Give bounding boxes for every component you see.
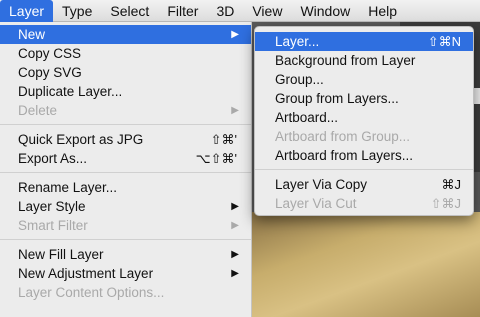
menu-item-label: Artboard from Group...	[275, 129, 411, 144]
menu-item-label: Delete	[18, 103, 58, 118]
menu-item-label: Copy SVG	[18, 65, 82, 80]
menu-item-new-adjustment-layer[interactable]: New Adjustment Layer ▶	[0, 264, 251, 283]
menu-item-label: Quick Export as JPG	[18, 132, 144, 147]
menu-item-quick-export-jpg[interactable]: Quick Export as JPG ⇧⌘'	[0, 130, 251, 149]
submenu-item-artboard-from-layers[interactable]: Artboard from Layers...	[255, 146, 473, 165]
menu-item-copy-svg[interactable]: Copy SVG	[0, 63, 251, 82]
submenu-arrow-icon: ▶	[231, 105, 239, 116]
menu-item-rename-layer[interactable]: Rename Layer...	[0, 178, 251, 197]
menu-item-new-fill-layer[interactable]: New Fill Layer ▶	[0, 245, 251, 264]
menu-item-label: Background from Layer	[275, 53, 416, 68]
menu-layer[interactable]: Layer	[0, 0, 54, 22]
menu-item-label: New	[18, 27, 46, 42]
submenu-arrow-icon: ▶	[231, 29, 239, 40]
menu-item-copy-css[interactable]: Copy CSS	[0, 44, 251, 63]
submenu-arrow-icon: ▶	[231, 249, 239, 260]
menu-help[interactable]: Help	[359, 0, 406, 22]
submenu-arrow-icon: ▶	[231, 268, 239, 279]
menu-item-label: New Adjustment Layer	[18, 266, 154, 281]
menu-separator	[0, 124, 251, 125]
menu-item-label: Layer Style	[18, 199, 86, 214]
submenu-item-artboard-from-group: Artboard from Group...	[255, 127, 473, 146]
menu-item-shortcut: ⌘J	[441, 177, 462, 192]
menu-separator	[0, 172, 251, 173]
submenu-item-background-from-layer[interactable]: Background from Layer	[255, 51, 473, 70]
menu-item-label: Group from Layers...	[275, 91, 399, 106]
submenu-item-artboard[interactable]: Artboard...	[255, 108, 473, 127]
menu-item-export-as[interactable]: Export As... ⌥⇧⌘'	[0, 149, 251, 168]
menu-item-layer-style[interactable]: Layer Style ▶	[0, 197, 251, 216]
menu-item-label: Rename Layer...	[18, 180, 118, 195]
submenu-item-layer[interactable]: Layer... ⇧⌘N	[255, 32, 473, 51]
menu-view[interactable]: View	[243, 0, 291, 22]
menu-separator	[0, 239, 251, 240]
submenu-arrow-icon: ▶	[231, 220, 239, 231]
submenu-item-layer-via-copy[interactable]: Layer Via Copy ⌘J	[255, 175, 473, 194]
menu-3d[interactable]: 3D	[207, 0, 243, 22]
menu-item-label: Layer Via Cut	[275, 196, 357, 211]
menu-item-new[interactable]: New ▶	[0, 25, 251, 44]
submenu-item-group[interactable]: Group...	[255, 70, 473, 89]
menu-item-label: Artboard from Layers...	[275, 148, 414, 163]
menu-item-duplicate-layer[interactable]: Duplicate Layer...	[0, 82, 251, 101]
document-image	[250, 212, 480, 317]
submenu-item-group-from-layers[interactable]: Group from Layers...	[255, 89, 473, 108]
menu-item-label: New Fill Layer	[18, 247, 104, 262]
menu-separator	[255, 169, 473, 170]
menu-item-label: Smart Filter	[18, 218, 88, 233]
menu-item-layer-content-options: Layer Content Options...	[0, 283, 251, 302]
menu-item-shortcut: ⌥⇧⌘'	[195, 151, 237, 166]
menu-item-label: Group...	[275, 72, 324, 87]
menu-item-shortcut: ⇧⌘'	[210, 132, 237, 147]
menu-item-label: Export As...	[18, 151, 88, 166]
menu-bar: Layer Type Select Filter 3D View Window …	[0, 0, 480, 22]
menu-item-label: Copy CSS	[18, 46, 82, 61]
new-submenu: Layer... ⇧⌘N Background from Layer Group…	[254, 26, 474, 216]
menu-item-delete: Delete ▶	[0, 101, 251, 120]
menu-type[interactable]: Type	[53, 0, 101, 22]
menu-item-label: Layer Content Options...	[18, 285, 165, 300]
menu-item-label: Artboard...	[275, 110, 339, 125]
menu-item-label: Layer Via Copy	[275, 177, 368, 192]
menu-item-label: Layer...	[275, 34, 320, 49]
menu-window[interactable]: Window	[291, 0, 359, 22]
submenu-arrow-icon: ▶	[231, 201, 239, 212]
menu-item-shortcut: ⇧⌘J	[430, 196, 461, 211]
submenu-item-layer-via-cut: Layer Via Cut ⇧⌘J	[255, 194, 473, 213]
menu-item-smart-filter: Smart Filter ▶	[0, 216, 251, 235]
menu-select[interactable]: Select	[101, 0, 158, 22]
menu-item-shortcut: ⇧⌘N	[427, 34, 461, 49]
menu-filter[interactable]: Filter	[158, 0, 207, 22]
menu-item-label: Duplicate Layer...	[18, 84, 123, 99]
layer-menu-dropdown: New ▶ Copy CSS Copy SVG Duplicate Layer.…	[0, 22, 252, 317]
